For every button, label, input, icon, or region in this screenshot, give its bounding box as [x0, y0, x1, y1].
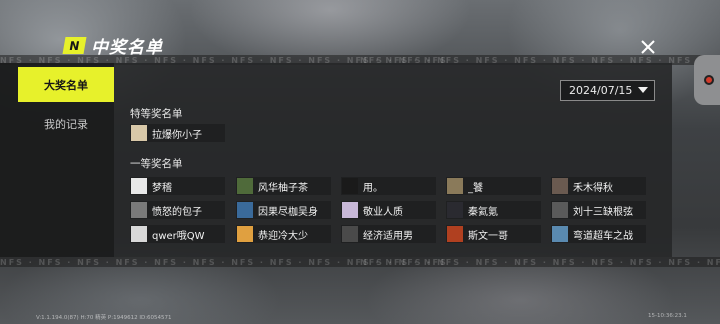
winner-name: 禾木得秋: [573, 182, 613, 194]
avatar: [447, 178, 463, 194]
special-prize-title: 特等奖名单: [130, 108, 183, 120]
winner-name: 梦稽: [152, 182, 172, 194]
winner-item: 风华柚子茶: [236, 177, 331, 195]
winner-name: _饕: [468, 182, 483, 194]
avatar: [342, 202, 358, 218]
avatar: [237, 178, 253, 194]
decorative-band-bottom: NFS · NFS · NFS · NFS · NFS · NFS · NFS …: [0, 257, 720, 267]
winner-name: 愤怒的包子: [152, 206, 202, 218]
winner-name: 风华柚子茶: [258, 182, 308, 194]
winner-item: 恭迎冷大少: [236, 225, 331, 243]
page-title: 中奖名单: [91, 37, 163, 58]
winner-item: 用。: [341, 177, 436, 195]
winner-name: qwer哦QW: [152, 230, 205, 242]
avatar: [237, 202, 253, 218]
first-prize-title: 一等奖名单: [130, 158, 183, 170]
winner-name: 拉爆你小子: [152, 129, 202, 141]
winner-name: 恭迎冷大少: [258, 230, 308, 242]
winner-name: 弯道超车之战: [573, 230, 633, 242]
winner-name: 斯文一哥: [468, 230, 508, 242]
notification-dot-icon: [704, 75, 714, 85]
avatar: [131, 226, 147, 242]
winner-item: 斯文一哥: [446, 225, 541, 243]
winner-item: qwer哦QW: [130, 225, 225, 243]
version-info: V:1.1.194.0(87) H:70 精英 P:1949612 ID:605…: [36, 315, 172, 321]
winner-item: 秦氦氪: [446, 201, 541, 219]
avatar: [237, 226, 253, 242]
winner-item: 因果尽枷吴身: [236, 201, 331, 219]
winner-item: 敬业人质: [341, 201, 436, 219]
avatar: [552, 202, 568, 218]
avatar: [552, 226, 568, 242]
winner-item: 经济适用男: [341, 225, 436, 243]
winner-item: _饕: [446, 177, 541, 195]
avatar: [447, 202, 463, 218]
close-icon[interactable]: [639, 38, 657, 56]
logo-letter: N: [68, 38, 81, 52]
caret-down-icon: [638, 87, 648, 93]
winner-name: 经济适用男: [363, 230, 413, 242]
winner-item: 梦稽: [130, 177, 225, 195]
winner-name: 秦氦氪: [468, 206, 498, 218]
avatar: [342, 226, 358, 242]
avatar: [342, 178, 358, 194]
page-header: N 中奖名单: [62, 34, 163, 58]
winner-name: 敬业人质: [363, 206, 403, 218]
avatar: [447, 226, 463, 242]
avatar: [131, 125, 147, 141]
date-value: 2024/07/15: [569, 84, 633, 97]
winner-item: 刘十三缺根弦: [551, 201, 646, 219]
timestamp: 15-10:36:23.1: [648, 313, 687, 319]
avatar: [131, 202, 147, 218]
winner-name: 因果尽枷吴身: [258, 206, 318, 218]
band-text: NFS · NFS · NFS · NFS · NFS · NFS · NFS …: [360, 258, 720, 267]
winner-item: 拉爆你小子: [130, 124, 225, 142]
avatar: [131, 178, 147, 194]
date-dropdown[interactable]: 2024/07/15: [560, 80, 655, 101]
tab-grand-prize[interactable]: 大奖名单: [18, 67, 114, 102]
winner-item: 禾木得秋: [551, 177, 646, 195]
winner-name: 用。: [363, 182, 383, 194]
avatar: [552, 178, 568, 194]
winner-item: 弯道超车之战: [551, 225, 646, 243]
tab-my-records[interactable]: 我的记录: [18, 106, 114, 141]
winner-name: 刘十三缺根弦: [573, 206, 633, 218]
side-avatar-button[interactable]: [694, 55, 720, 105]
n-logo-icon: N: [62, 36, 87, 54]
winner-item: 愤怒的包子: [130, 201, 225, 219]
